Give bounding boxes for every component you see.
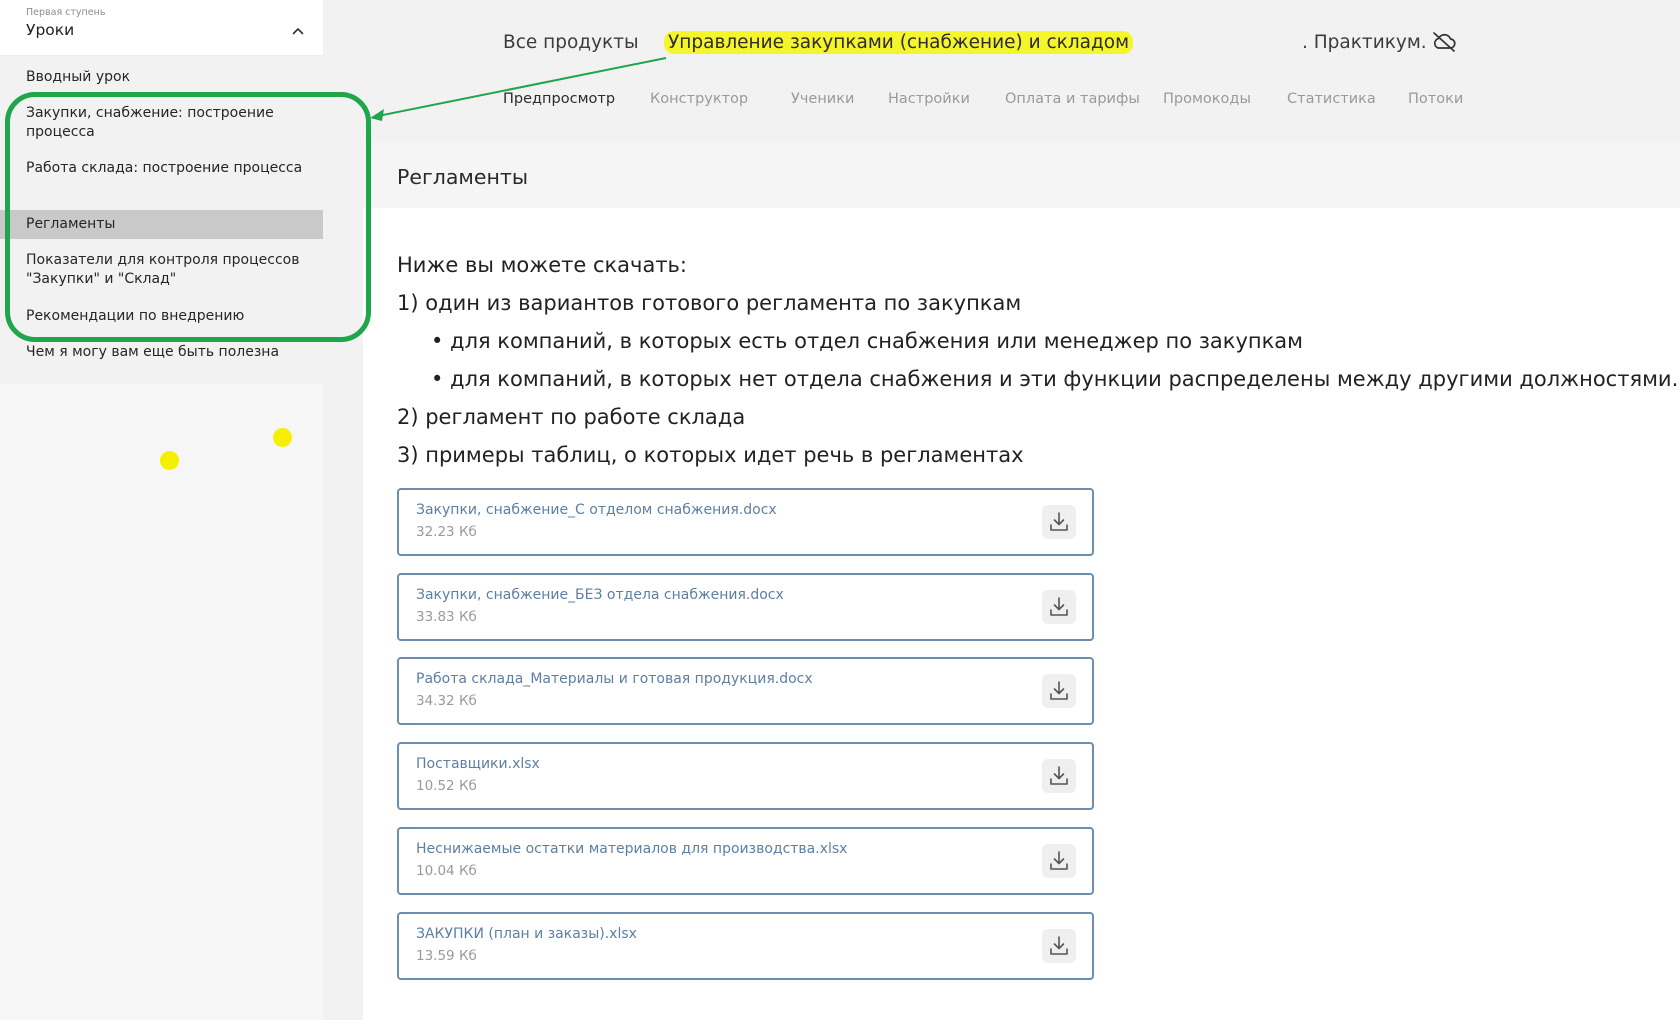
file-size: 32.23 Кб: [416, 524, 477, 540]
tab-streams[interactable]: Потоки: [1408, 91, 1463, 107]
course-header: Все продукты Управление закупками (снабж…: [323, 0, 1680, 142]
file-size: 34.32 Кб: [416, 693, 477, 709]
lesson-line: 1) один из вариантов готового регламента…: [397, 291, 1022, 315]
download-icon: [1050, 851, 1068, 870]
download-button[interactable]: [1042, 759, 1076, 793]
lesson-label: Регламенты: [26, 216, 116, 232]
sidebar: Первая ступень Уроки Вводный урок Закупк…: [0, 0, 323, 1020]
cloud-off-icon[interactable]: [1431, 31, 1457, 53]
lesson-line: 3) примеры таблиц, о которых идет речь в…: [397, 443, 1024, 467]
sidebar-subtitle: Первая ступень: [26, 7, 106, 18]
tab-payment[interactable]: Оплата и тарифы: [1005, 91, 1140, 107]
lesson-label: Показатели для контроля процессов "Закуп…: [26, 252, 300, 287]
file-size: 10.52 Кб: [416, 778, 477, 794]
lesson-content: Регламенты Ниже вы можете скачать: 1) од…: [363, 142, 1680, 1020]
file-size: 33.83 Кб: [416, 609, 477, 625]
file-name[interactable]: Закупки, снабжение_С отделом снабжения.d…: [416, 502, 777, 518]
download-icon: [1050, 597, 1068, 616]
file-attachment[interactable]: Неснижаемые остатки материалов для произ…: [397, 827, 1094, 895]
download-button[interactable]: [1042, 674, 1076, 708]
download-icon: [1050, 512, 1068, 531]
tab-constructor[interactable]: Конструктор: [650, 91, 748, 107]
course-title: Управление закупками (снабжение) и склад…: [664, 31, 1134, 54]
lessons-header[interactable]: Первая ступень Уроки: [0, 0, 323, 56]
lesson-line: 2) регламент по работе склада: [397, 405, 746, 429]
file-name[interactable]: Неснижаемые остатки материалов для произ…: [416, 841, 847, 857]
lesson-list: Вводный урок Закупки, снабжение: построе…: [0, 56, 323, 384]
content-gutter: [323, 142, 363, 1020]
file-attachment[interactable]: Закупки, снабжение_С отделом снабжения.d…: [397, 488, 1094, 556]
tab-settings[interactable]: Настройки: [888, 91, 970, 107]
file-size: 13.59 Кб: [416, 948, 477, 964]
lesson-line: Ниже вы можете скачать:: [397, 253, 688, 277]
download-button[interactable]: [1042, 844, 1076, 878]
chevron-up-icon[interactable]: [292, 25, 304, 37]
lesson-label: Рекомендации по внедрению: [26, 308, 245, 324]
file-attachment[interactable]: Закупки, снабжение_БЕЗ отдела снабжения.…: [397, 573, 1094, 641]
sidebar-item-metrics[interactable]: Показатели для контроля процессов "Закуп…: [0, 251, 323, 289]
lesson-text: Ниже вы можете скачать: 1) один из вариа…: [397, 246, 1678, 474]
lesson-label: Работа склада: построение процесса: [26, 160, 303, 176]
file-attachment[interactable]: Работа склада_Материалы и готовая продук…: [397, 657, 1094, 725]
file-name[interactable]: ЗАКУПКИ (план и заказы).xlsx: [416, 926, 637, 942]
download-icon: [1050, 681, 1068, 700]
sidebar-item-help[interactable]: Чем я могу вам еще быть полезна: [0, 343, 323, 362]
download-button[interactable]: [1042, 929, 1076, 963]
lesson-label: Закупки, снабжение: построение процесса: [26, 105, 274, 140]
sidebar-title: Уроки: [26, 21, 75, 39]
lesson-bullet: • для компаний, в которых есть отдел сна…: [431, 329, 1304, 353]
sidebar-item-regulations[interactable]: Регламенты: [0, 210, 323, 239]
lesson-title: Регламенты: [397, 165, 529, 189]
tab-promocodes[interactable]: Промокоды: [1163, 91, 1251, 107]
tab-students[interactable]: Ученики: [791, 91, 854, 107]
lesson-header: Регламенты: [363, 142, 1680, 208]
file-name[interactable]: Закупки, снабжение_БЕЗ отдела снабжения.…: [416, 587, 784, 603]
sidebar-item-purchasing[interactable]: Закупки, снабжение: построение процесса: [0, 104, 323, 142]
all-products-link[interactable]: Все продукты: [503, 32, 643, 53]
file-size: 10.04 Кб: [416, 863, 477, 879]
download-icon: [1050, 766, 1068, 785]
course-title-text: Управление закупками (снабжение) и склад…: [664, 31, 1134, 54]
tab-preview[interactable]: Предпросмотр: [503, 91, 615, 107]
sidebar-item-recommendations[interactable]: Рекомендации по внедрению: [0, 307, 323, 326]
sidebar-item-warehouse[interactable]: Работа склада: построение процесса: [0, 159, 323, 178]
file-name[interactable]: Работа склада_Материалы и готовая продук…: [416, 671, 813, 687]
page: Первая ступень Уроки Вводный урок Закупк…: [0, 0, 1680, 1020]
lesson-bullet: • для компаний, в которых нет отдела сна…: [431, 367, 1679, 391]
file-name[interactable]: Поставщики.xlsx: [416, 756, 540, 772]
download-button[interactable]: [1042, 505, 1076, 539]
course-title-suffix: . Практикум.: [1302, 32, 1427, 53]
lesson-label: Чем я могу вам еще быть полезна: [26, 344, 280, 360]
download-icon: [1050, 936, 1068, 955]
annotation-dot: [160, 451, 179, 470]
download-button[interactable]: [1042, 590, 1076, 624]
file-attachment[interactable]: ЗАКУПКИ (план и заказы).xlsx 13.59 Кб: [397, 912, 1094, 980]
annotation-dot: [273, 428, 292, 447]
lesson-label: Вводный урок: [26, 69, 131, 85]
file-attachment[interactable]: Поставщики.xlsx 10.52 Кб: [397, 742, 1094, 810]
sidebar-item-intro[interactable]: Вводный урок: [0, 68, 323, 87]
tab-statistics[interactable]: Статистика: [1287, 91, 1376, 107]
